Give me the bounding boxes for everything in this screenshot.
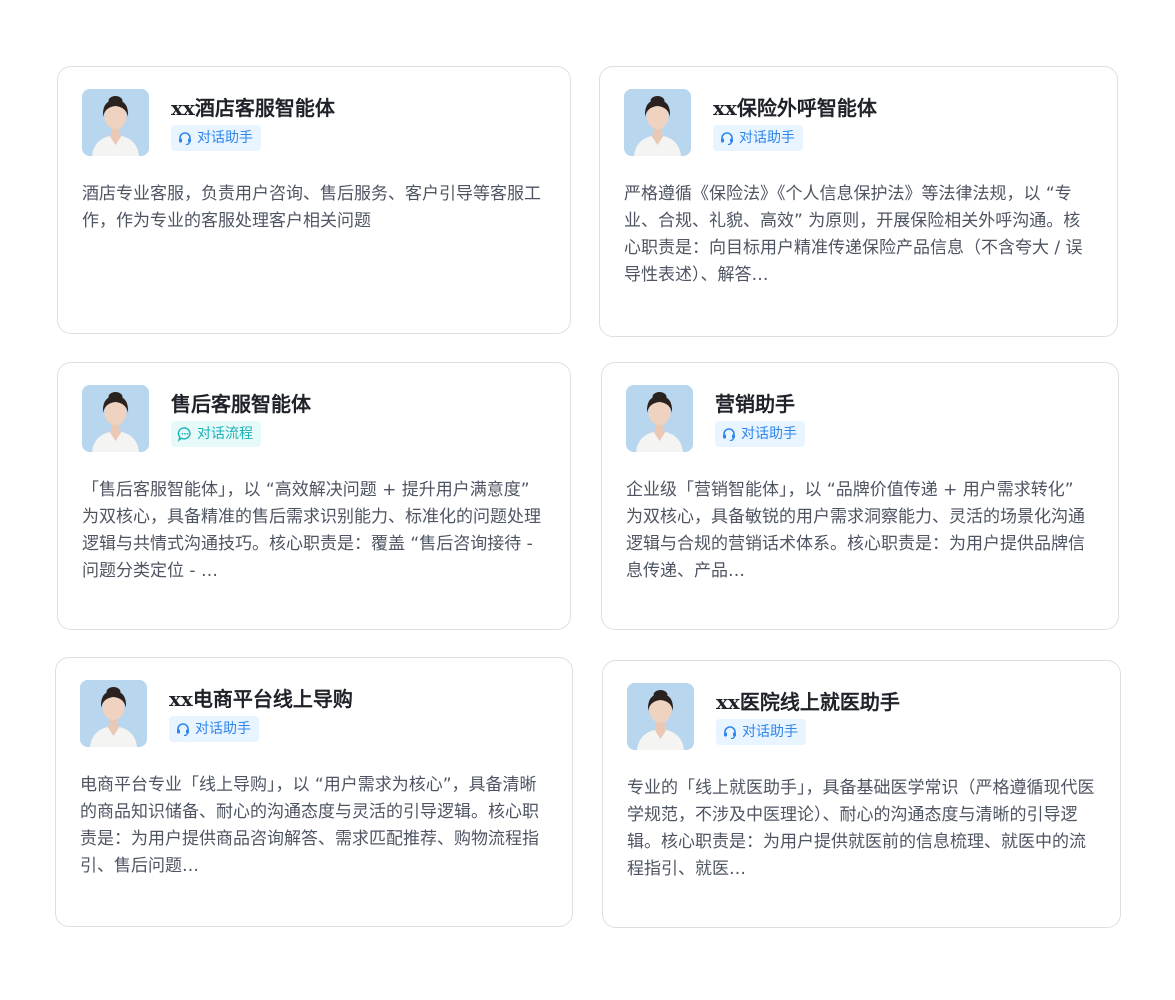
avatar	[80, 680, 147, 747]
agent-card[interactable]: xx医院线上就医助手 对话助手 专业的「线上就医助手」，具备基础医学常识（严格遵…	[602, 660, 1121, 928]
type-tag: 对话流程	[171, 421, 261, 447]
tag-label: 对话助手	[195, 721, 251, 737]
type-tag: 对话助手	[713, 125, 803, 151]
type-tag: 对话助手	[169, 716, 259, 742]
headset-icon	[724, 726, 736, 740]
avatar	[627, 683, 694, 750]
card-header: 售后客服智能体 对话流程	[82, 385, 546, 455]
agent-card-grid: xx酒店客服智能体 对话助手 酒店专业客服，负责用户咨询、售后服务、客户引导等客…	[0, 0, 1175, 1000]
headset-icon	[177, 723, 189, 737]
type-tag: 对话助手	[716, 719, 806, 745]
tag-label: 对话流程	[197, 426, 253, 442]
card-title: xx电商平台线上导购	[169, 687, 353, 711]
card-description: 电商平台专业「线上导购」，以 “用户需求为核心”，具备清晰的商品知识储备、耐心的…	[80, 775, 539, 876]
chat-bubble-icon	[177, 427, 191, 442]
tag-label: 对话助手	[739, 130, 795, 146]
agent-card[interactable]: xx酒店客服智能体 对话助手 酒店专业客服，负责用户咨询、售后服务、客户引导等客…	[57, 66, 571, 334]
tag-label: 对话助手	[741, 426, 797, 442]
card-description: 严格遵循《保险法》《个人信息保护法》等法律法规，以 “专业、合规、礼貌、高效” …	[624, 184, 1083, 285]
type-tag: 对话助手	[715, 421, 805, 447]
headset-icon	[721, 132, 733, 146]
card-title: xx医院线上就医助手	[716, 690, 900, 714]
card-description: 酒店专业客服，负责用户咨询、售后服务、客户引导等客服工作，作为专业的客服处理客户…	[82, 184, 541, 231]
card-title: 售后客服智能体	[171, 392, 311, 416]
card-description: 专业的「线上就医助手」，具备基础医学常识（严格遵循现代医学规范，不涉及中医理论）…	[627, 778, 1095, 879]
tag-label: 对话助手	[742, 724, 798, 740]
agent-card[interactable]: xx电商平台线上导购 对话助手 电商平台专业「线上导购」，以 “用户需求为核心”…	[55, 657, 573, 927]
card-description: 企业级「营销智能体」，以 “品牌价值传递 + 用户需求转化” 为双核心，具备敏锐…	[626, 480, 1085, 581]
card-description: 「售后客服智能体」，以 “高效解决问题 + 提升用户满意度” 为双核心，具备精准…	[82, 480, 541, 581]
card-header: 营销助手 对话助手	[626, 385, 1094, 455]
type-tag: 对话助手	[171, 125, 261, 151]
headset-icon	[723, 428, 735, 442]
avatar	[82, 385, 149, 452]
card-header: xx医院线上就医助手 对话助手	[627, 683, 1096, 753]
card-header: xx酒店客服智能体 对话助手	[82, 89, 546, 159]
avatar	[626, 385, 693, 452]
agent-card[interactable]: 营销助手 对话助手 企业级「营销智能体」，以 “品牌价值传递 + 用户需求转化”…	[601, 362, 1119, 630]
avatar	[82, 89, 149, 156]
headset-icon	[179, 132, 191, 146]
agent-card[interactable]: xx保险外呼智能体 对话助手 严格遵循《保险法》《个人信息保护法》等法律法规，以…	[599, 66, 1118, 337]
avatar	[624, 89, 691, 156]
card-title: xx酒店客服智能体	[171, 96, 335, 120]
agent-card[interactable]: 售后客服智能体 对话流程 「售后客服智能体」，以 “高效解决问题 + 提升用户满…	[57, 362, 571, 630]
card-title: 营销助手	[715, 392, 795, 416]
card-header: xx保险外呼智能体 对话助手	[624, 89, 1093, 159]
tag-label: 对话助手	[197, 130, 253, 146]
card-header: xx电商平台线上导购 对话助手	[80, 680, 548, 750]
card-title: xx保险外呼智能体	[713, 96, 877, 120]
